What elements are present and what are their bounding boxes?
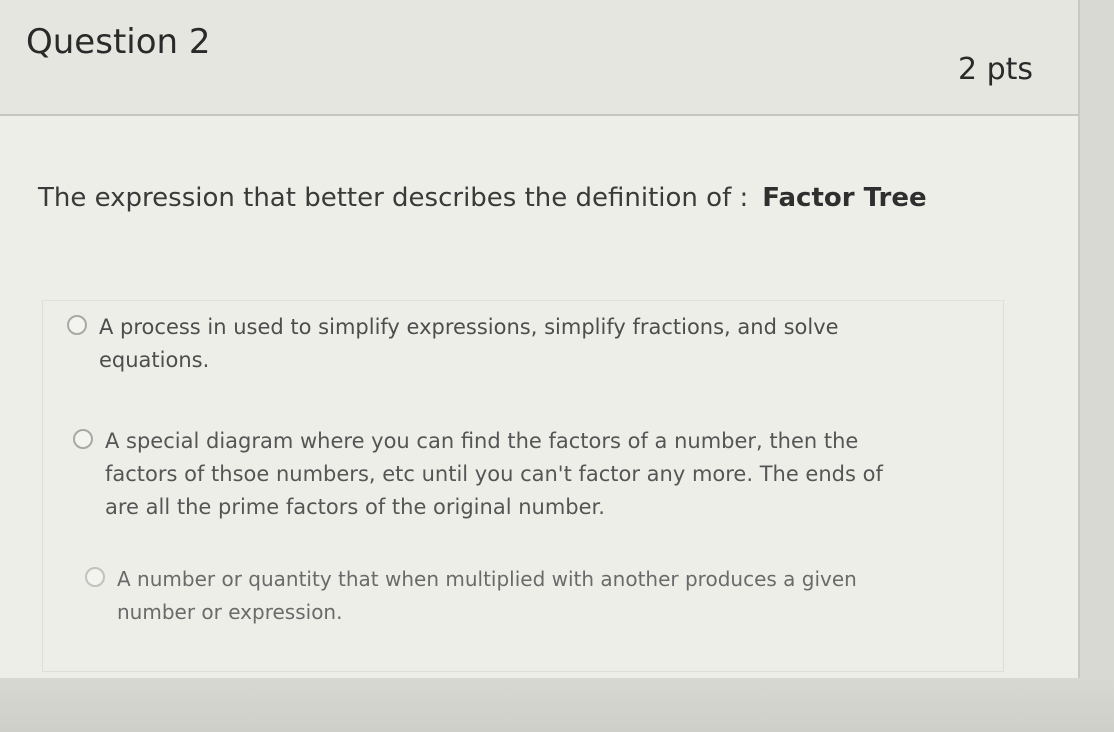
answer-text: A process in used to simplify expression… (99, 315, 839, 372)
question-points: 2 pts (958, 52, 1034, 87)
answer-option-1[interactable]: A process in used to simplify expression… (67, 311, 927, 377)
radio-button[interactable] (67, 315, 87, 335)
question-title: Question 2 (26, 22, 211, 62)
prompt-term: Factor Tree (762, 183, 927, 213)
radio-button[interactable] (85, 567, 105, 587)
answer-list: A process in used to simplify expression… (42, 300, 1004, 672)
answer-option-3[interactable]: A number or quantity that when multiplie… (85, 563, 945, 629)
question-prompt: The expression that better describes the… (38, 183, 927, 213)
answer-text: A number or quantity that when multiplie… (117, 567, 857, 624)
question-card: Question 2 2 pts The expression that bet… (0, 0, 1080, 732)
answer-option-2[interactable]: A special diagram where you can find the… (73, 425, 963, 524)
answer-text: A special diagram where you can find the… (105, 429, 883, 519)
radio-button[interactable] (73, 429, 93, 449)
question-header: Question 2 2 pts (0, 0, 1078, 116)
prompt-text: The expression that better describes the… (38, 183, 749, 213)
page-background (0, 678, 1114, 732)
